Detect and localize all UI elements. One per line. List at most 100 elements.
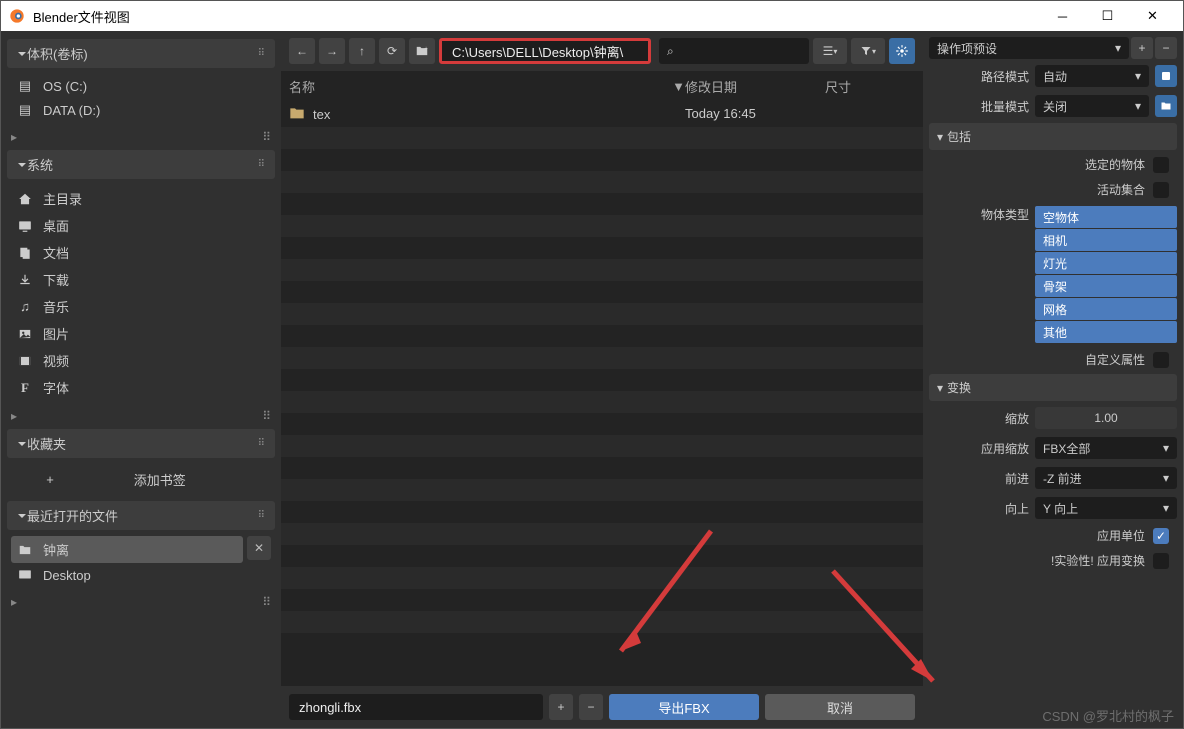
drive-icon: ▤ [17, 102, 33, 118]
chevron-down-icon: ▾ [1163, 471, 1169, 485]
sidebar-item-fonts[interactable]: F字体 [11, 374, 271, 401]
apply-scale-select[interactable]: FBX全部▾ [1035, 437, 1177, 459]
up-select[interactable]: Y 向上▾ [1035, 497, 1177, 519]
folder-icon [17, 542, 33, 558]
volume-item[interactable]: ▤DATA (D:) [11, 98, 271, 122]
path-mode-label: 路径模式 [929, 68, 1029, 85]
decrement-button[interactable]: − [579, 694, 603, 720]
volume-item[interactable]: ▤OS (C:) [11, 74, 271, 98]
batch-own-dir-button[interactable] [1155, 95, 1177, 117]
forward-label: 前进 [929, 470, 1029, 487]
plus-icon: + [46, 472, 54, 487]
expand-icon[interactable]: ▸ [11, 409, 17, 423]
sidebar-item-downloads[interactable]: 下载 [11, 266, 271, 293]
object-type-light[interactable]: 灯光 [1035, 252, 1177, 274]
file-row[interactable]: tex Today 16:45 [281, 102, 923, 127]
recent-header[interactable]: 最近打开的文件 ⠿ [7, 501, 275, 530]
music-icon: ♫ [17, 299, 33, 315]
sidebar-item-desktop[interactable]: 桌面 [11, 212, 271, 239]
desktop-icon [17, 218, 33, 234]
add-bookmark-button[interactable]: +添加书签 [11, 464, 271, 495]
chevron-down-icon: ▾ [1163, 501, 1169, 515]
active-collection-checkbox[interactable] [1153, 182, 1169, 198]
object-type-mesh[interactable]: 网格 [1035, 298, 1177, 320]
sidebar-item-video[interactable]: 视频 [11, 347, 271, 374]
apply-unit-checkbox[interactable]: ✓ [1153, 528, 1169, 544]
window-title: Blender文件视图 [33, 7, 130, 26]
chevron-down-icon: ▾ [937, 130, 943, 144]
apply-unit-label: 应用单位 [1097, 527, 1145, 544]
sort-icon[interactable]: ▼ [672, 79, 685, 94]
minimize-button[interactable]: ─ [1040, 1, 1085, 31]
drag-dots-icon: ⠿ [258, 438, 265, 449]
pictures-icon [17, 326, 33, 342]
sidebar-item-home[interactable]: 主目录 [11, 185, 271, 212]
chevron-down-icon: ▾ [1163, 441, 1169, 455]
sidebar-item-documents[interactable]: 文档 [11, 239, 271, 266]
settings-button[interactable] [889, 38, 915, 64]
expand-icon[interactable]: ▸ [11, 130, 17, 144]
export-button[interactable]: 导出FBX [609, 694, 759, 720]
object-type-other[interactable]: 其他 [1035, 321, 1177, 343]
display-mode-button[interactable]: ☰▾ [813, 38, 847, 64]
chevron-down-icon: ▾ [1135, 99, 1141, 113]
favorites-header[interactable]: 收藏夹 ⠿ [7, 429, 275, 458]
filter-button[interactable]: ▾ [851, 38, 885, 64]
file-list-header: 名称▼ 修改日期 尺寸 [281, 71, 923, 102]
batch-mode-select[interactable]: 关闭▾ [1035, 95, 1149, 117]
file-list[interactable]: 名称▼ 修改日期 尺寸 tex Today 16:45 [281, 71, 923, 686]
preset-select[interactable]: 操作项预设▾ [929, 37, 1129, 59]
object-type-empty[interactable]: 空物体 [1035, 206, 1177, 228]
expand-icon[interactable]: ▸ [11, 595, 17, 609]
nav-up-button[interactable]: ↑ [349, 38, 375, 64]
drag-dots-icon: ⠿ [262, 130, 271, 144]
custom-props-checkbox[interactable] [1153, 352, 1169, 368]
volumes-header[interactable]: 体积(卷标) ⠿ [7, 39, 275, 68]
folder-icon [289, 106, 305, 123]
svg-text:+: + [424, 46, 428, 52]
desktop-icon [17, 567, 33, 583]
batch-mode-label: 批量模式 [929, 98, 1029, 115]
drag-dots-icon: ⠿ [262, 595, 271, 609]
up-label: 向上 [929, 500, 1029, 517]
embed-textures-button[interactable] [1155, 65, 1177, 87]
blender-logo-icon [9, 8, 25, 24]
path-mode-select[interactable]: 自动▾ [1035, 65, 1149, 87]
selected-objects-checkbox[interactable] [1153, 157, 1169, 173]
remove-preset-button[interactable]: − [1155, 37, 1177, 59]
transform-section-header[interactable]: ▾变换 [929, 374, 1177, 401]
search-input[interactable]: ⌕ [659, 38, 809, 64]
nav-back-button[interactable]: ← [289, 38, 315, 64]
options-panel: 操作项预设▾ + − 路径模式 自动▾ 批量模式 关闭▾ ▾包括 选定的物体 活… [923, 31, 1183, 728]
drag-dots-icon: ⠿ [258, 48, 265, 59]
path-input[interactable]: C:\Users\DELL\Desktop\钟离\ [439, 38, 651, 64]
object-type-armature[interactable]: 骨架 [1035, 275, 1177, 297]
drag-dots-icon: ⠿ [258, 159, 265, 170]
watermark: CSDN @罗北村的枫子 [1042, 706, 1174, 725]
file-browser: ← → ↑ ⟳ + C:\Users\DELL\Desktop\钟离\ ⌕ ☰▾… [281, 31, 923, 728]
active-collection-label: 活动集合 [1097, 181, 1145, 198]
download-icon [17, 272, 33, 288]
cancel-button[interactable]: 取消 [765, 694, 915, 720]
remove-recent-button[interactable]: ✕ [247, 536, 271, 560]
chevron-down-icon [17, 439, 27, 449]
recent-item[interactable]: 钟离 [11, 536, 243, 563]
new-folder-button[interactable]: + [409, 38, 435, 64]
close-button[interactable]: ✕ [1130, 1, 1175, 31]
recent-item[interactable]: Desktop [11, 563, 243, 587]
scale-input[interactable]: 1.00 [1035, 407, 1177, 429]
sidebar-item-music[interactable]: ♫音乐 [11, 293, 271, 320]
nav-forward-button[interactable]: → [319, 38, 345, 64]
maximize-button[interactable]: ☐ [1085, 1, 1130, 31]
drag-dots-icon: ⠿ [262, 409, 271, 423]
sidebar-item-pictures[interactable]: 图片 [11, 320, 271, 347]
system-header[interactable]: 系统 ⠿ [7, 150, 275, 179]
include-section-header[interactable]: ▾包括 [929, 123, 1177, 150]
filename-input[interactable]: zhongli.fbx [289, 694, 543, 720]
add-preset-button[interactable]: + [1131, 37, 1153, 59]
refresh-button[interactable]: ⟳ [379, 38, 405, 64]
forward-select[interactable]: -Z 前进▾ [1035, 467, 1177, 489]
experimental-checkbox[interactable] [1153, 553, 1169, 569]
object-type-camera[interactable]: 相机 [1035, 229, 1177, 251]
increment-button[interactable]: + [549, 694, 573, 720]
